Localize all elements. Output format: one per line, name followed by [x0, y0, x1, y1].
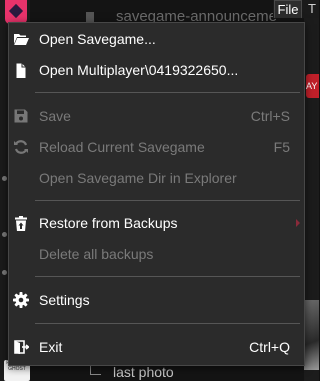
menu-item-label: Open Savegame... — [39, 31, 156, 47]
menu-item-restore-backups[interactable]: Restore from Backups — [9, 209, 304, 237]
menu-item-shortcut: Ctrl+S — [250, 108, 290, 124]
file-menu-dropdown: Open Savegame... Open Multiplayer\041932… — [8, 22, 305, 366]
tree-node-dot — [2, 176, 7, 181]
menu-item-label: Open Multiplayer\0419322650... — [39, 62, 239, 78]
menu-item-label: Reload Current Savegame — [39, 139, 205, 155]
menu-item-shortcut: F5 — [273, 139, 290, 155]
menu-next[interactable]: T — [304, 0, 319, 18]
tree-item-label: last photo — [113, 364, 174, 380]
submenu-arrow-icon — [296, 219, 300, 227]
menu-item-delete-all-backups[interactable]: Delete all backups — [9, 240, 304, 268]
menu-item-label: Settings — [39, 292, 90, 308]
save-icon — [14, 109, 28, 123]
file-icon — [16, 63, 26, 78]
menu-item-exit[interactable]: Exit Ctrl+Q — [9, 333, 304, 361]
menu-item-label: Restore from Backups — [39, 215, 178, 231]
menu-item-settings[interactable]: Settings — [9, 286, 304, 314]
menu-separator — [35, 323, 300, 324]
app-logo[interactable] — [5, 0, 27, 24]
menu-separator — [35, 92, 300, 93]
menu-item-save[interactable]: Save Ctrl+S — [9, 102, 304, 130]
menu-item-open-multiplayer[interactable]: Open Multiplayer\0419322650... — [9, 56, 304, 84]
item-icon — [86, 12, 106, 23]
menu-item-label: Exit — [39, 339, 63, 355]
menu-item-shortcut: Ctrl+Q — [249, 339, 290, 355]
app-window: savegame-announcement File T AY last pho… — [0, 0, 319, 381]
menu-item-label: Delete all backups — [39, 246, 154, 262]
photo-thumbnail[interactable] — [304, 300, 319, 370]
logo-mark — [8, 3, 24, 19]
menu-separator — [35, 276, 300, 277]
exit-icon — [14, 340, 29, 354]
menu-file[interactable]: File — [274, 0, 302, 18]
tree-node-dot — [2, 232, 7, 237]
menu-item-label: Save — [39, 108, 71, 124]
menu-item-reload-savegame[interactable]: Reload Current Savegame F5 — [9, 133, 304, 161]
gear-icon — [13, 292, 29, 308]
reload-icon — [14, 140, 28, 154]
folder-open-icon — [14, 34, 29, 45]
background-red-tag: AY — [306, 74, 319, 98]
menu-item-open-savegame-dir[interactable]: Open Savegame Dir in Explorer — [9, 164, 304, 192]
menu-item-open-savegame[interactable]: Open Savegame... — [9, 25, 304, 53]
trash-restore-icon — [15, 216, 27, 231]
tree-node-dot — [2, 270, 7, 275]
menu-item-label: Open Savegame Dir in Explorer — [39, 170, 237, 186]
menu-separator — [35, 200, 300, 201]
